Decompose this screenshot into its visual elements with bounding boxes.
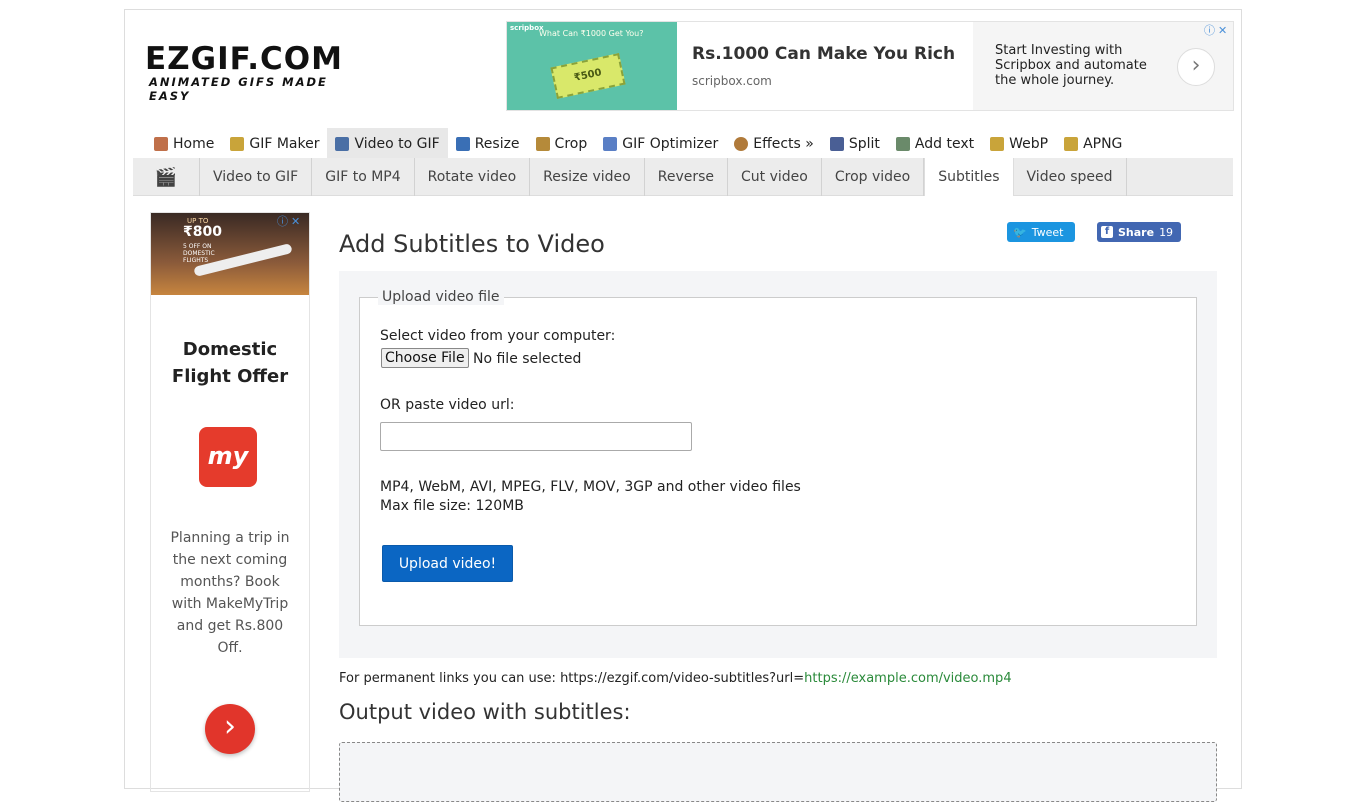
subnav-video-speed[interactable]: Video speed — [1014, 158, 1127, 196]
nav-gif-maker[interactable]: GIF Maker — [222, 128, 327, 159]
subnav-resize-video[interactable]: Resize video — [530, 158, 645, 196]
logo-tagline: ANIMATED GIFS MADE EASY — [149, 75, 328, 103]
chevron-right-icon[interactable]: › — [1177, 48, 1215, 86]
nav-label: GIF Maker — [249, 135, 320, 152]
twitter-bird-icon: 🐦 — [1013, 225, 1027, 239]
palette-icon — [734, 136, 749, 151]
close-ad-icon[interactable]: ✕ — [1218, 24, 1227, 37]
split-icon — [829, 136, 844, 151]
subnav-crop-video[interactable]: Crop video — [822, 158, 925, 196]
side-ad-description: Planning a trip in the next coming month… — [170, 530, 290, 656]
facebook-icon: f — [1101, 226, 1113, 238]
apng-icon — [1064, 136, 1079, 151]
url-label: OR paste video url: — [380, 397, 515, 413]
subnav-video-to-gif[interactable]: Video to GIF — [200, 158, 313, 196]
share-label: Share — [1118, 225, 1155, 239]
select-video-label: Select video from your computer: — [380, 328, 616, 344]
side-advertisement[interactable]: UP TO ₹800 5 OFF ON DOMESTIC FLIGHTS ⓘ ✕ … — [150, 212, 310, 792]
nav-label: Split — [848, 135, 880, 152]
side-ad-title[interactable]: Domestic Flight Offer — [151, 336, 309, 390]
logo-main-text: EZGIF.COM — [145, 41, 343, 77]
nav-resize[interactable]: Resize — [448, 128, 528, 159]
subnav-rotate-video[interactable]: Rotate video — [415, 158, 531, 196]
page-container: EZGIF.COM ANIMATED GIFS MADE EASY scripb… — [124, 9, 1242, 802]
ad-description[interactable]: Start Investing with Scripbox and automa… — [995, 43, 1165, 88]
upload-panel: Upload video file Select video from your… — [339, 271, 1217, 658]
adchoices-icon[interactable]: ⓘ ✕ — [1204, 22, 1227, 38]
optimizer-icon — [603, 136, 618, 151]
nav-label: APNG — [1083, 135, 1123, 152]
ad-domain[interactable]: scripbox.com — [692, 74, 772, 88]
ezgif-logo[interactable]: EZGIF.COM ANIMATED GIFS MADE EASY — [145, 41, 375, 104]
nav-split[interactable]: Split — [822, 128, 888, 159]
page-title: Add Subtitles to Video — [339, 230, 605, 258]
crop-icon — [535, 136, 550, 151]
side-close-ad-icon[interactable]: ✕ — [291, 215, 300, 228]
ad-title[interactable]: Rs.1000 Can Make You Rich — [692, 44, 955, 64]
upload-fieldset: Upload video file Select video from your… — [359, 289, 1197, 626]
nav-label: WebP — [1009, 135, 1049, 152]
output-title: Output video with subtitles: — [339, 700, 631, 724]
clapperboard-icon: 🎬 — [133, 158, 200, 196]
top-advertisement[interactable]: scripbox What Can ₹1000 Get You? ₹500 Rs… — [506, 21, 1234, 111]
nav-crop[interactable]: Crop — [528, 128, 596, 159]
resize-icon — [455, 136, 470, 151]
fieldset-legend: Upload video file — [378, 289, 504, 305]
subnav-reverse[interactable]: Reverse — [645, 158, 729, 196]
subnav-cut-video[interactable]: Cut video — [728, 158, 822, 196]
share-count: 19 — [1159, 225, 1174, 239]
text-icon — [895, 136, 910, 151]
ad-image-tagline: What Can ₹1000 Get You? — [539, 29, 644, 38]
nav-label: Video to GIF — [354, 135, 440, 152]
ad-ticket: ₹500 — [550, 53, 626, 99]
ad-image[interactable]: scripbox What Can ₹1000 Get You? ₹500 — [507, 22, 677, 110]
supported-formats: MP4, WebM, AVI, MPEG, FLV, MOV, 3GP and … — [380, 479, 801, 495]
output-video-area — [339, 742, 1217, 802]
subnav-gif-to-mp4[interactable]: GIF to MP4 — [312, 158, 415, 196]
format-info: MP4, WebM, AVI, MPEG, FLV, MOV, 3GP and … — [380, 478, 801, 516]
nav-home[interactable]: Home — [146, 128, 222, 159]
nav-add-text[interactable]: Add text — [888, 128, 982, 159]
nav-label: Effects » — [753, 135, 814, 152]
nav-label: Resize — [474, 135, 520, 152]
film-icon — [335, 136, 350, 151]
tweet-button[interactable]: 🐦 Tweet — [1007, 222, 1075, 242]
max-file-size: Max file size: 120MB — [380, 498, 524, 514]
subnav-subtitles[interactable]: Subtitles — [924, 158, 1014, 196]
tweet-label: Tweet — [1031, 225, 1064, 239]
nav-label: Crop — [554, 135, 588, 152]
choose-file-button[interactable]: Choose File — [381, 348, 469, 368]
chevron-right-icon[interactable]: › — [205, 704, 255, 754]
nav-effects[interactable]: Effects » — [726, 128, 822, 159]
nav-video-to-gif[interactable]: Video to GIF — [327, 128, 448, 159]
makemytrip-logo[interactable]: my — [199, 427, 257, 487]
side-adchoices-icon[interactable]: ⓘ ✕ — [277, 213, 300, 229]
nav-gif-optimizer[interactable]: GIF Optimizer — [595, 128, 726, 159]
nav-label: Home — [173, 135, 215, 152]
nav-webp[interactable]: WebP — [982, 128, 1056, 159]
banner-amount: ₹800 — [183, 224, 222, 240]
webp-icon — [990, 136, 1005, 151]
nav-label: Add text — [914, 135, 975, 152]
nav-label: GIF Optimizer — [622, 135, 719, 152]
no-file-text: No file selected — [473, 351, 582, 367]
example-video-link[interactable]: https://example.com/video.mp4 — [804, 671, 1011, 686]
facebook-share-button[interactable]: f Share 19 — [1097, 222, 1181, 242]
video-tools-subnav: 🎬 Video to GIF GIF to MP4 Rotate video R… — [133, 158, 1233, 196]
home-icon — [154, 136, 168, 151]
video-url-input[interactable] — [380, 422, 692, 451]
main-nav: Home GIF Maker Video to GIF Resize Crop … — [146, 128, 1130, 159]
permanent-links-note: For permanent links you can use: https:/… — [339, 671, 1012, 686]
gif-maker-icon — [230, 136, 245, 151]
nav-apng[interactable]: APNG — [1056, 128, 1130, 159]
permanent-links-prefix: For permanent links you can use: https:/… — [339, 671, 805, 686]
upload-video-button[interactable]: Upload video! — [382, 545, 513, 582]
